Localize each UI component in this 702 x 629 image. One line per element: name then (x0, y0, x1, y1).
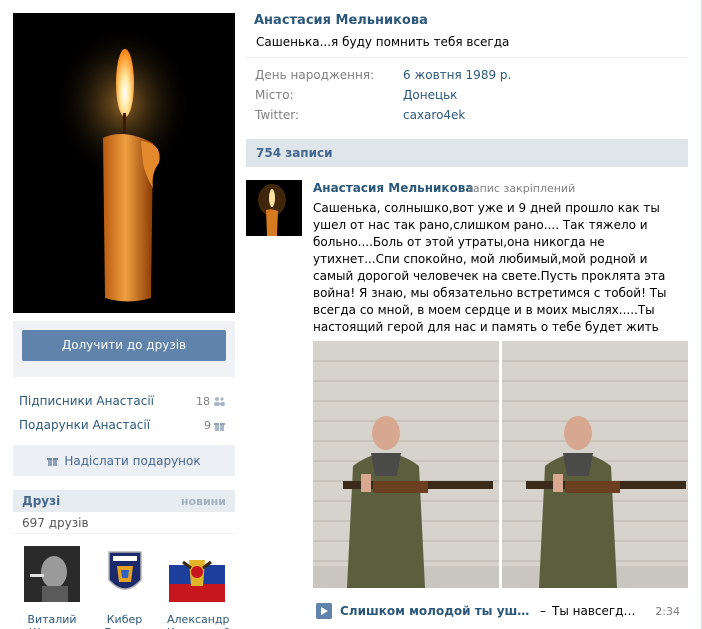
divider (246, 57, 688, 58)
people-icon (214, 397, 225, 406)
audio-artist[interactable]: Ты навсегда... (552, 604, 638, 618)
profile-avatar[interactable] (13, 13, 235, 313)
friend-avatar (169, 546, 225, 602)
gift-icon (214, 422, 225, 431)
add-friend-box: Долучити до друзів (13, 321, 235, 377)
audio-title[interactable]: Слишком молодой ты ушел о... (340, 604, 534, 618)
candle-photo (13, 13, 235, 313)
friends-count[interactable]: 697 друзів (13, 512, 235, 534)
play-icon[interactable] (316, 603, 332, 619)
add-friend-button[interactable]: Долучити до друзів (22, 330, 226, 361)
subscribers-count: 18 (196, 394, 210, 408)
friends-grid: Виталий Шеппев Кибер Беркут Александр Че… (13, 534, 235, 629)
friend-name: Виталий Шеппев (27, 613, 77, 629)
posts-count-header[interactable]: 754 записи (246, 139, 688, 167)
post-pinned-label: запис закріплений (467, 182, 576, 195)
gifts-count-wrap: 9 (204, 419, 225, 432)
gift-icon (47, 458, 59, 466)
left-column: Долучити до друзів Підписники Анастасії … (13, 13, 235, 629)
friend-item[interactable]: Виталий Шеппев (22, 546, 82, 629)
info-label: День народження: (255, 68, 375, 82)
friend-name: Александр Черненкий (167, 613, 230, 629)
gifts-label: Подарунки Анастасії (19, 418, 151, 432)
gifts-link[interactable]: Подарунки Анастасії 9 (13, 413, 235, 437)
profile-status[interactable]: Сашенька...я буду помнить тебя всегда (256, 35, 509, 49)
friend-item[interactable]: Александр Черненкий (167, 546, 230, 629)
audio-separator: – (540, 604, 546, 618)
gifts-count: 9 (204, 418, 211, 432)
info-label: Twitter: (255, 108, 300, 122)
profile-info: День народження: 6 жовтня 1989 р. Місто:… (255, 68, 675, 128)
twitter-link[interactable]: caxaro4ek (403, 108, 465, 128)
friend-item[interactable]: Кибер Беркут (95, 546, 155, 629)
post-text: Сашенька, солнышко,вот уже и 9 дней прош… (313, 201, 667, 351)
profile-name: Анастасия Мельникова (254, 13, 428, 28)
soldier-photo (502, 341, 688, 588)
post-author-avatar[interactable] (246, 180, 302, 236)
post-author-name[interactable]: Анастасия Мельникова (313, 181, 473, 195)
info-row-city: Місто: Донецьк (255, 88, 675, 108)
friend-avatar (96, 546, 153, 602)
info-label: Місто: (255, 88, 294, 102)
birthday-link[interactable]: 6 жовтня 1989 р. (403, 68, 511, 88)
candle-thumbnail (246, 180, 302, 236)
post-photo-2[interactable] (502, 341, 688, 588)
soldier-photo (313, 341, 499, 588)
friend-avatar (24, 546, 80, 602)
friends-header: Друзі новини (13, 490, 235, 512)
friends-title[interactable]: Друзі (22, 494, 60, 508)
friend-name: Кибер Беркут (104, 613, 145, 629)
send-gift-label: Надіслати подарунок (64, 453, 201, 468)
subscribers-link[interactable]: Підписники Анастасії 18 (13, 389, 235, 413)
info-row-birthday: День народження: 6 жовтня 1989 р. (255, 68, 675, 88)
city-link[interactable]: Донецьк (403, 88, 457, 108)
post-photo-1[interactable] (313, 341, 499, 588)
info-row-twitter: Twitter: caxaro4ek (255, 108, 675, 128)
audio-track: Слишком молодой ты ушел о... – Ты навсег… (316, 601, 688, 621)
audio-duration: 2:34 (655, 604, 680, 618)
subscribers-count-wrap: 18 (196, 395, 225, 408)
subscribers-label: Підписники Анастасії (19, 394, 155, 408)
profile-links: Підписники Анастасії 18 Подарунки Анаста… (13, 389, 235, 437)
friends-news-link[interactable]: новини (181, 495, 226, 508)
send-gift-button[interactable]: Надіслати подарунок (13, 445, 235, 476)
